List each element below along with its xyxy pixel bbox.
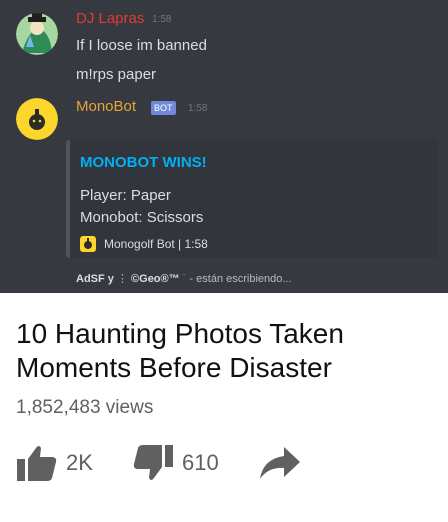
embed-title: MONOBOT WINS! (80, 154, 207, 171)
typing-indicator: AdSF y ⋮ ©Geo®™ ˙ - están escribiendo... (76, 272, 292, 285)
message-text: m!rps paper (76, 66, 157, 83)
message-author[interactable]: DJ Lapras (76, 10, 144, 27)
embed-footer: Monogolf Bot | 1:58 (104, 237, 208, 251)
bot-badge: BOT (151, 101, 176, 115)
message-author[interactable]: MonoBot (76, 98, 136, 115)
view-count: 1,852,483 views (16, 397, 154, 418)
like-button[interactable]: 2K (16, 443, 93, 483)
embed-line: Monobot: Scissors (80, 209, 204, 226)
share-arrow-icon (260, 447, 300, 479)
share-button[interactable] (258, 443, 302, 483)
typing-text: - están escribiendo... (189, 273, 292, 285)
typing-user-2: ©Geo®™ (131, 273, 180, 285)
dislike-count: 610 (182, 450, 219, 475)
embed-line: Player: Paper (80, 187, 171, 204)
typing-users: AdSF y (76, 273, 114, 285)
like-count: 2K (66, 450, 93, 475)
typing-dot-icon: ˙ (182, 273, 187, 285)
monobot-avatar[interactable] (16, 98, 58, 140)
thumbs-down-icon (133, 445, 173, 480)
dislike-button[interactable]: 610 (132, 443, 219, 483)
thumbs-up-icon (17, 446, 57, 481)
dj-lapras-avatar[interactable] (16, 13, 58, 55)
bot-footer-icon (80, 236, 96, 252)
message-timestamp: 1:58 (152, 14, 172, 25)
video-title: 10 Haunting Photos Taken Moments Before … (16, 318, 344, 383)
discord-chat: DJ Lapras 1:58 If I loose im banned m!rp… (0, 0, 448, 293)
bot-embed: MONOBOT WINS! Player: Paper Monobot: Sci… (66, 140, 438, 258)
video-info: 10 Haunting Photos Taken Moments Before … (0, 293, 448, 522)
message-timestamp: 1:58 (188, 103, 208, 114)
message-text: If I loose im banned (76, 37, 207, 54)
typing-dots-icon: ⋮ (116, 273, 128, 285)
